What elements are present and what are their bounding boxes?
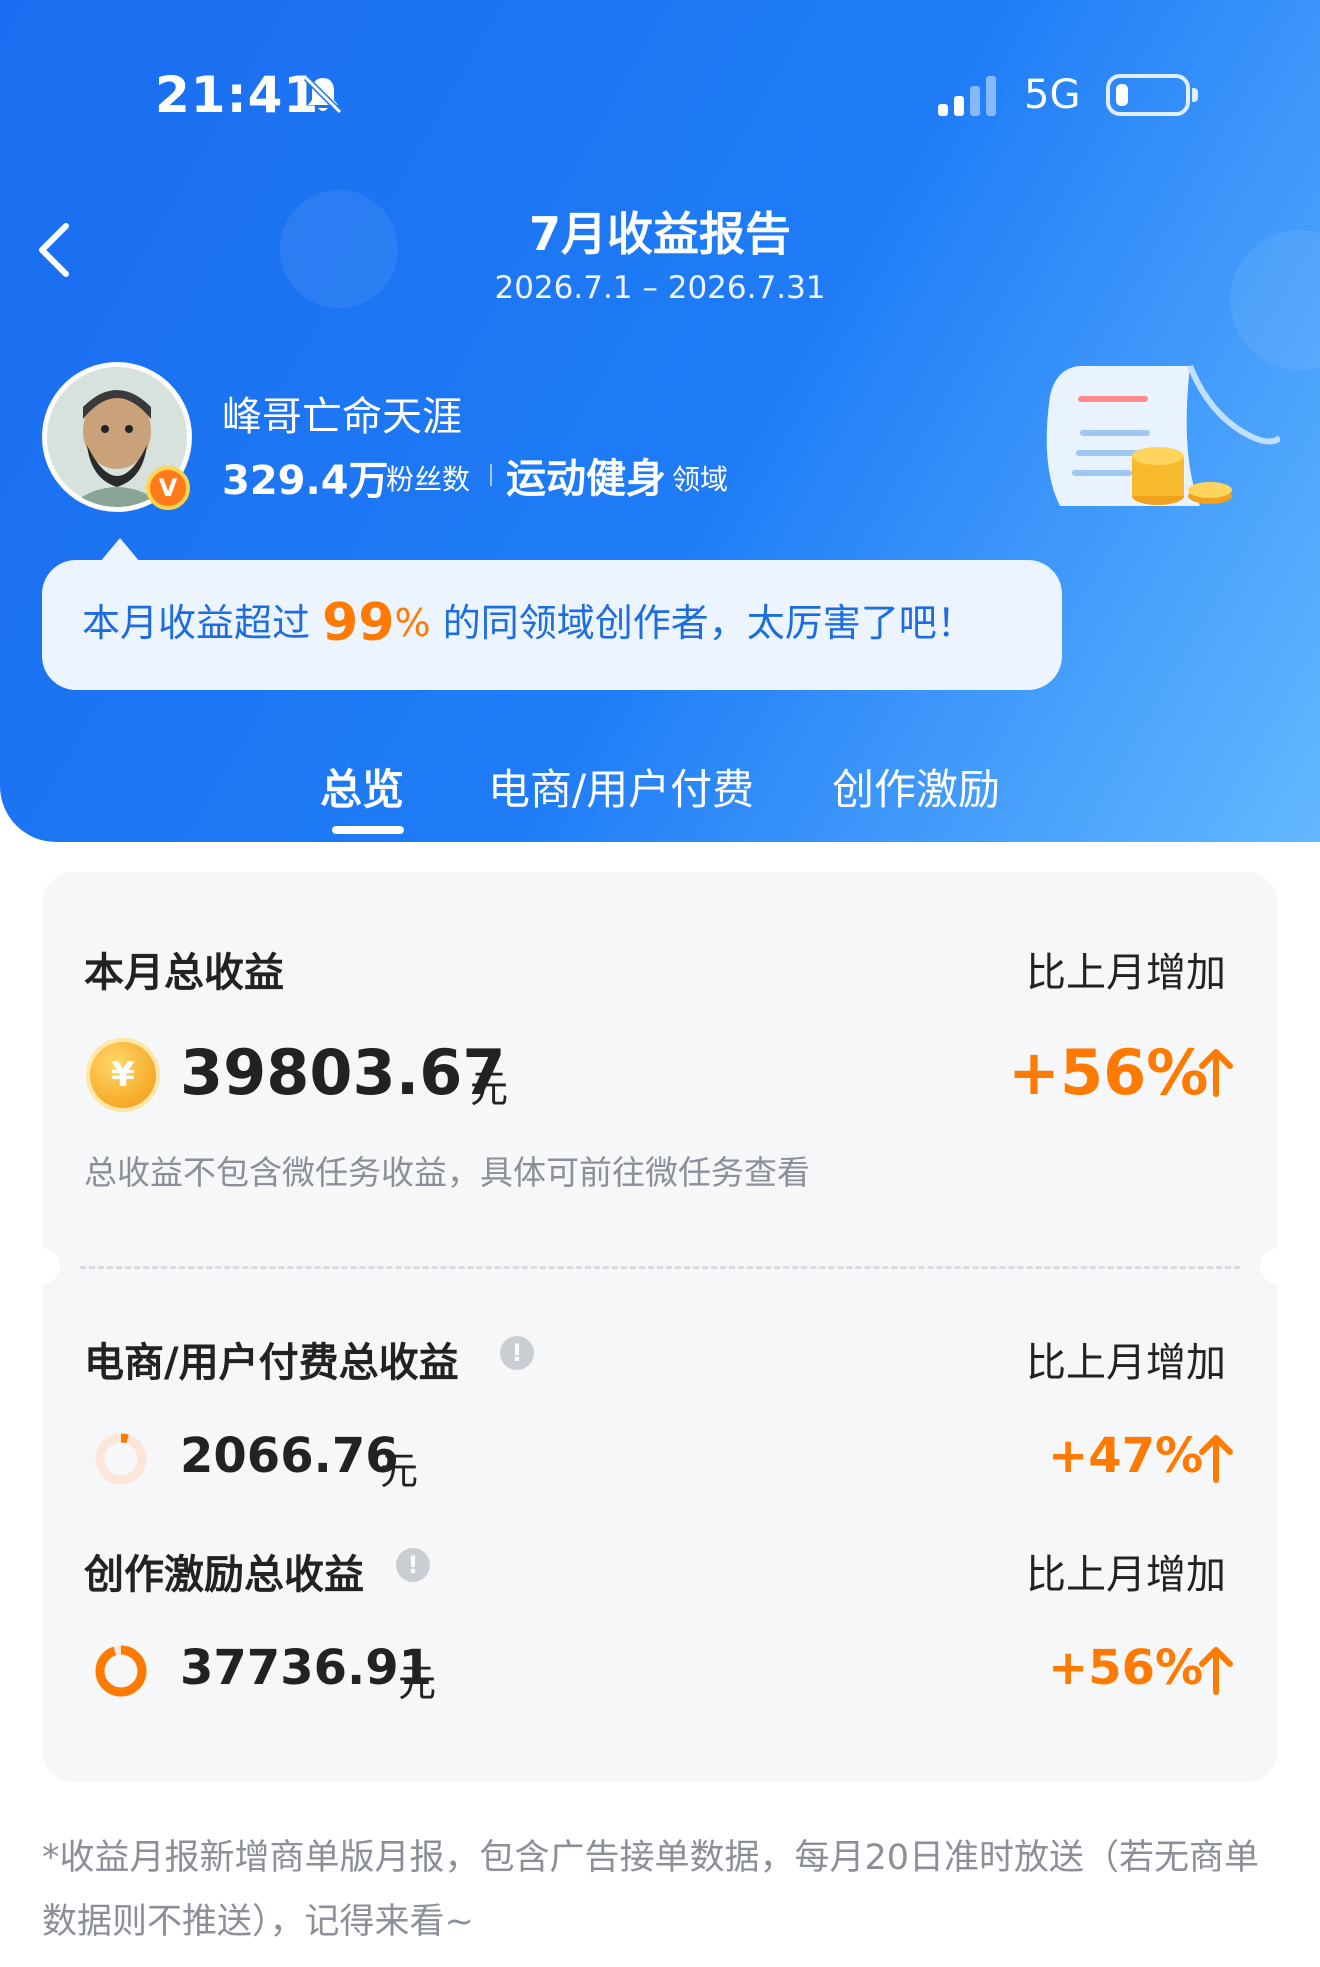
up-arrow-icon: [1199, 1435, 1233, 1483]
footer-note: *收益月报新增商单版月报，包含广告接单数据，每月20日准时放送（若无商单数据则不…: [42, 1838, 1260, 1942]
username: 峰哥亡命天涯: [222, 394, 462, 440]
coin-icon: ¥: [86, 1038, 160, 1112]
total-compare-label: 比上月增加: [1026, 950, 1226, 996]
battery-icon: [1106, 74, 1190, 116]
ranking-percent-sign: %: [394, 601, 431, 645]
incentive-share-ring: [95, 1645, 147, 1697]
status-time: 21:41: [155, 66, 320, 124]
domain-value: 运动健身: [506, 456, 666, 502]
dashed-divider: [80, 1266, 1240, 1269]
up-arrow-icon: [1199, 1647, 1233, 1695]
total-earnings-unit: 元: [470, 1067, 509, 1111]
ecommerce-info-icon[interactable]: !: [500, 1336, 534, 1370]
card-notch: [24, 1248, 60, 1284]
total-earnings-label: 本月总收益: [84, 950, 284, 996]
followers-count: 329.4万: [222, 458, 389, 504]
ecommerce-label: 电商/用户付费总收益: [84, 1340, 459, 1386]
up-arrow-icon: [1199, 1049, 1233, 1097]
tab-ecommerce[interactable]: 电商/用户付费: [488, 756, 754, 817]
receipt-coins-illustration: [1046, 364, 1280, 506]
followers-label: 粉丝数: [386, 463, 471, 496]
ranking-text: 本月收益超过 99% 的同领域创作者，太厉害了吧！: [82, 592, 975, 653]
ecommerce-compare-label: 比上月增加: [1026, 1340, 1226, 1386]
tab-incentive[interactable]: 创作激励: [832, 756, 1000, 817]
incentive-unit: 元: [398, 1661, 437, 1705]
incentive-label: 创作激励总收益: [84, 1552, 364, 1598]
total-note: 总收益不包含微任务收益，具体可前往微任务查看: [84, 1153, 810, 1192]
domain-label: 领域: [672, 463, 729, 496]
total-change: +56%: [1008, 1036, 1209, 1109]
mute-bell-icon: [303, 75, 343, 115]
tab-active-indicator: [332, 826, 404, 834]
ranking-prefix: 本月收益超过: [82, 601, 311, 645]
bubble-pointer: [100, 538, 140, 562]
total-earnings-value: 39803.67: [180, 1036, 506, 1109]
incentive-value: 37736.91: [180, 1640, 433, 1696]
ecommerce-change: +47%: [1048, 1428, 1204, 1484]
incentive-change: +56%: [1048, 1640, 1204, 1696]
verified-badge: V: [146, 466, 190, 510]
battery-tip: [1192, 88, 1198, 102]
network-type: 5G: [1024, 72, 1081, 118]
ecommerce-share-ring: [95, 1433, 147, 1485]
card-notch: [1260, 1248, 1296, 1284]
date-range: 2026.7.1 – 2026.7.31: [494, 270, 826, 306]
incentive-info-icon[interactable]: !: [396, 1548, 430, 1582]
ranking-percent: 99: [322, 593, 395, 653]
ranking-suffix: 的同领域创作者，太厉害了吧！: [442, 601, 975, 645]
page-title: 7月收益报告: [528, 207, 791, 261]
tab-overview[interactable]: 总览: [320, 756, 404, 817]
signal-icon: [938, 76, 996, 116]
incentive-compare-label: 比上月增加: [1026, 1552, 1226, 1598]
report-header: 21:41 5G 7月收益报告 2026.7.1 – 2026.7.31 V 峰…: [0, 0, 1320, 842]
ecommerce-unit: 元: [380, 1449, 419, 1493]
ecommerce-value: 2066.76: [180, 1428, 399, 1484]
divider: [490, 464, 492, 486]
